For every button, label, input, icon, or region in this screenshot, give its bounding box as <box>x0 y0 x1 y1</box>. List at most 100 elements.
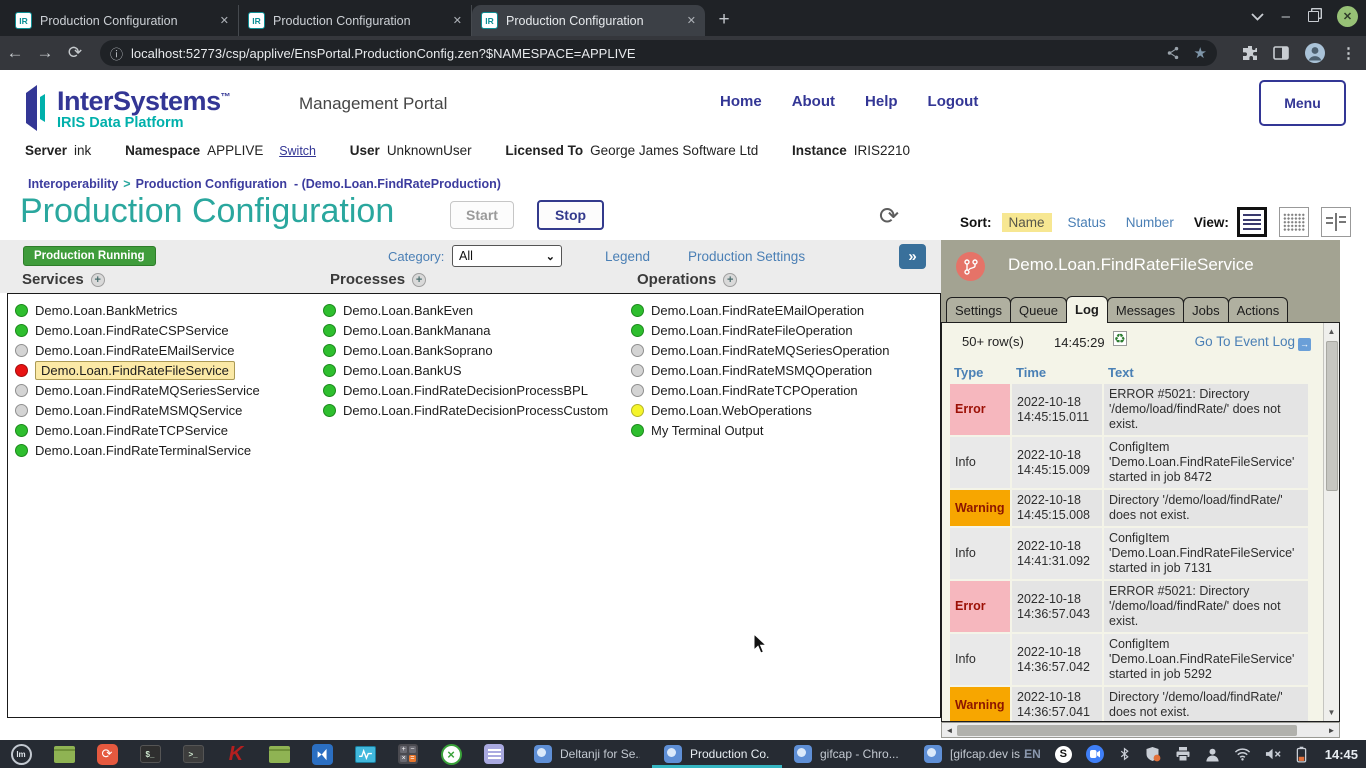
view-list-icon[interactable] <box>1237 207 1267 237</box>
horizontal-scroll-thumb[interactable] <box>957 725 1297 736</box>
panel-tab-jobs[interactable]: Jobs <box>1183 297 1228 322</box>
config-item-label[interactable]: Demo.Loan.FindRateDecisionProcessBPL <box>343 383 588 398</box>
switch-link[interactable]: Switch <box>279 144 316 158</box>
config-item-label[interactable]: Demo.Loan.FindRateMSMQOperation <box>651 363 872 378</box>
sort-number[interactable]: Number <box>1126 215 1174 230</box>
panel-tab-actions[interactable]: Actions <box>1228 297 1289 322</box>
tab-close-icon[interactable]: ✕ <box>687 14 696 27</box>
log-header-type[interactable]: Type <box>950 363 1010 382</box>
config-item[interactable]: Demo.Loan.WebOperations <box>631 400 889 420</box>
panel-tab-settings[interactable]: Settings <box>946 297 1011 322</box>
mint-menu-icon[interactable]: lm <box>9 742 33 766</box>
panel-tab-queue[interactable]: Queue <box>1010 297 1067 322</box>
menu-button[interactable]: Menu <box>1259 80 1346 126</box>
nav-home[interactable]: Home <box>720 93 762 110</box>
skype-icon[interactable]: S <box>1055 746 1072 763</box>
config-item[interactable]: Demo.Loan.BankUS <box>323 360 608 380</box>
tab-close-icon[interactable]: ✕ <box>220 14 229 27</box>
config-item-label[interactable]: Demo.Loan.BankSoprano <box>343 343 493 358</box>
extensions-puzzle-icon[interactable] <box>1242 45 1258 61</box>
config-item[interactable]: Demo.Loan.FindRateMQSeriesOperation <box>631 340 889 360</box>
config-item-label[interactable]: Demo.Loan.FindRateDecisionProcessCustom <box>343 403 608 418</box>
config-item-label[interactable]: Demo.Loan.BankEven <box>343 303 473 318</box>
vertical-scrollbar[interactable]: ▲ ▼ <box>1323 323 1339 721</box>
config-item[interactable]: Demo.Loan.FindRateMSMQOperation <box>631 360 889 380</box>
new-tab-button[interactable]: + <box>711 7 737 33</box>
taskbar-window[interactable]: [gifcap.dev is ... <box>912 740 1042 768</box>
battery-icon[interactable] <box>1296 746 1307 763</box>
horizontal-scrollbar[interactable]: ◄ ► <box>941 722 1340 738</box>
sidebar-icon[interactable] <box>1273 46 1289 60</box>
category-select[interactable]: All ⌄ <box>452 245 562 267</box>
production-settings-link[interactable]: Production Settings <box>688 249 805 264</box>
config-item[interactable]: Demo.Loan.FindRateTCPService <box>15 420 260 440</box>
menu-kebab-icon[interactable]: ⋮ <box>1341 44 1356 62</box>
config-item-label[interactable]: Demo.Loan.BankUS <box>343 363 462 378</box>
config-item-label[interactable]: Demo.Loan.FindRateCSPService <box>35 323 229 338</box>
config-item[interactable]: Demo.Loan.FindRateCSPService <box>15 320 260 340</box>
taskbar-window[interactable]: Production Co... <box>652 740 782 768</box>
config-item[interactable]: Demo.Loan.BankEven <box>323 300 608 320</box>
config-item-label[interactable]: Demo.Loan.FindRateTCPOperation <box>651 383 858 398</box>
visual-studio-icon[interactable] <box>310 742 334 766</box>
spreadsheet-icon[interactable]: × <box>439 742 463 766</box>
log-header-text[interactable]: Text <box>1104 363 1308 382</box>
security-shield-icon[interactable] <box>1145 746 1161 762</box>
config-item[interactable]: Demo.Loan.FindRateTCPOperation <box>631 380 889 400</box>
config-item-label[interactable]: Demo.Loan.FindRateTCPService <box>35 423 228 438</box>
config-item-label[interactable]: Demo.Loan.FindRateFileOperation <box>651 323 853 338</box>
taskbar-window[interactable]: Deltanji for Se... <box>522 740 652 768</box>
config-item-label[interactable]: Demo.Loan.BankManana <box>343 323 490 338</box>
calculator-icon[interactable]: +−×= <box>396 742 420 766</box>
forward-icon[interactable]: → <box>30 43 60 63</box>
reload-icon[interactable]: ⟳ <box>60 43 90 63</box>
nav-about[interactable]: About <box>792 93 835 110</box>
config-item-label[interactable]: My Terminal Output <box>651 423 763 438</box>
stop-button[interactable]: Stop <box>537 200 604 230</box>
tab-search-chevron-icon[interactable] <box>1251 8 1264 25</box>
wifi-icon[interactable] <box>1234 747 1251 761</box>
breadcrumb-root[interactable]: Interoperability <box>28 177 118 191</box>
scroll-up-icon[interactable]: ▲ <box>1324 324 1339 339</box>
share-icon[interactable] <box>1166 46 1180 60</box>
config-item[interactable]: Demo.Loan.BankManana <box>323 320 608 340</box>
config-item[interactable]: Demo.Loan.FindRateMSMQService <box>15 400 260 420</box>
config-item-label[interactable]: Demo.Loan.FindRateEMailService <box>35 343 234 358</box>
view-split-icon[interactable] <box>1321 207 1351 237</box>
printer-icon[interactable] <box>1175 746 1191 762</box>
config-item-label[interactable]: Demo.Loan.FindRateMSMQService <box>35 403 242 418</box>
config-item[interactable]: Demo.Loan.FindRateDecisionProcessBPL <box>323 380 608 400</box>
config-item[interactable]: Demo.Loan.FindRateFileOperation <box>631 320 889 340</box>
config-item[interactable]: Demo.Loan.FindRateFileService <box>15 360 260 380</box>
config-item[interactable]: Demo.Loan.FindRateTerminalService <box>15 440 260 460</box>
scroll-right-icon[interactable]: ► <box>1325 724 1338 737</box>
scroll-down-icon[interactable]: ▼ <box>1324 705 1339 720</box>
add-operation-icon[interactable]: + <box>723 273 737 287</box>
minimize-button[interactable]: – <box>1282 8 1290 25</box>
back-icon[interactable]: ← <box>0 43 30 63</box>
backup-tool-icon[interactable]: ⟳ <box>95 742 119 766</box>
add-service-icon[interactable]: + <box>91 273 105 287</box>
config-item[interactable]: Demo.Loan.FindRateEMailService <box>15 340 260 360</box>
config-item-label[interactable]: Demo.Loan.FindRateEMailOperation <box>651 303 864 318</box>
bookmark-star-icon[interactable]: ★ <box>1194 44 1207 62</box>
config-item-label[interactable]: Demo.Loan.FindRateMQSeriesOperation <box>651 343 889 358</box>
bluetooth-icon[interactable] <box>1118 746 1131 762</box>
config-item-label[interactable]: Demo.Loan.FindRateMQSeriesService <box>35 383 260 398</box>
config-item[interactable]: My Terminal Output <box>631 420 889 440</box>
config-item[interactable]: Demo.Loan.BankMetrics <box>15 300 260 320</box>
close-button[interactable]: ✕ <box>1337 6 1358 27</box>
config-item[interactable]: Demo.Loan.FindRateMQSeriesService <box>15 380 260 400</box>
browser-tab[interactable]: IR Production Configuration ✕ <box>239 5 472 36</box>
config-item[interactable]: Demo.Loan.FindRateDecisionProcessCustom <box>323 400 608 420</box>
site-info-icon[interactable]: ⓘ <box>110 44 123 63</box>
sort-name[interactable]: Name <box>1002 213 1052 232</box>
config-item-label[interactable]: Demo.Loan.WebOperations <box>651 403 812 418</box>
notes-icon[interactable] <box>482 742 506 766</box>
legend-link[interactable]: Legend <box>605 249 650 264</box>
nav-logout[interactable]: Logout <box>928 93 979 110</box>
browser-tab[interactable]: IR Production Configuration ✕ <box>6 5 239 36</box>
panel-tab-log[interactable]: Log <box>1066 296 1108 323</box>
config-item-label[interactable]: Demo.Loan.BankMetrics <box>35 303 177 318</box>
zoom-icon[interactable] <box>1086 745 1104 763</box>
